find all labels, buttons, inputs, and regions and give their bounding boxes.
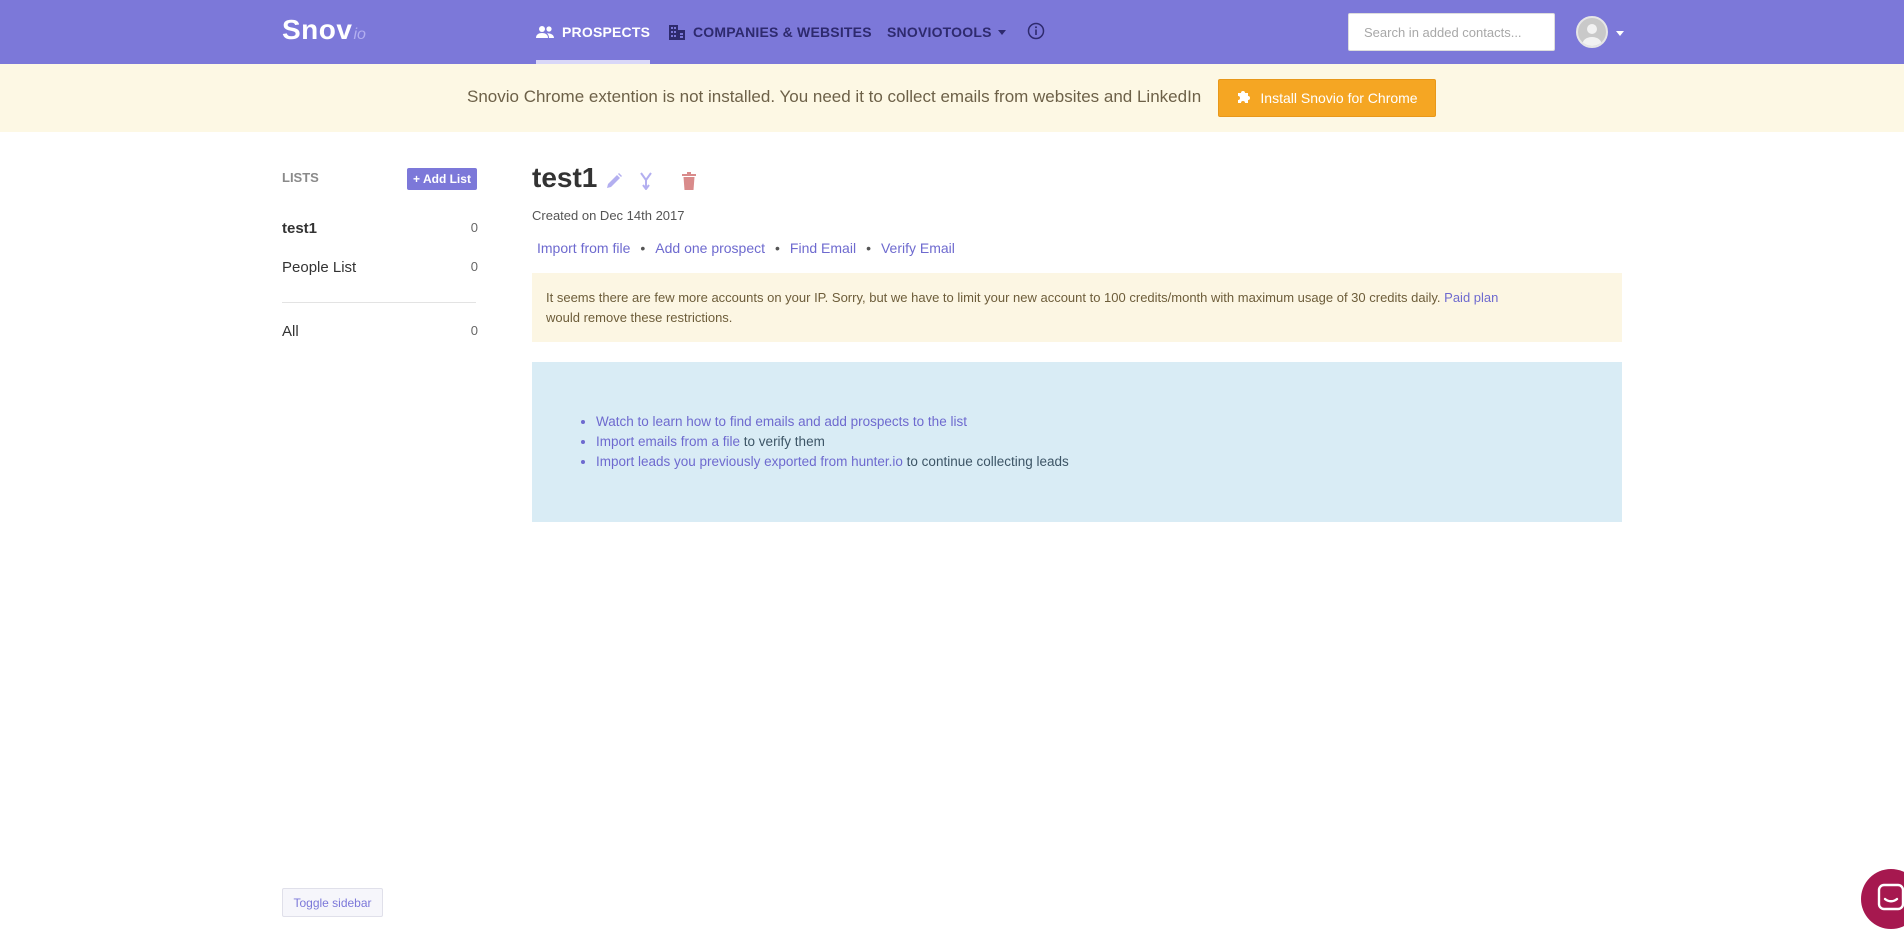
sidebar-list-people-list[interactable]: People List 0 — [282, 259, 478, 276]
install-chrome-extension-button[interactable]: Install Snovio for Chrome — [1218, 79, 1436, 117]
alert-text-after: would remove these restrictions. — [546, 310, 733, 325]
list-count: 0 — [470, 323, 478, 338]
chat-icon — [1877, 883, 1904, 916]
paid-plan-link[interactable]: Paid plan — [1444, 290, 1498, 305]
merge-icon[interactable] — [638, 172, 654, 195]
add-list-button[interactable]: + Add List — [407, 168, 477, 190]
logo-sub: io — [353, 26, 366, 43]
find-email-link[interactable]: Find Email — [790, 240, 856, 256]
lists-heading: LISTS — [282, 170, 319, 185]
extension-banner: Snovio Chrome extention is not installed… — [0, 64, 1904, 132]
created-date: Created on Dec 14th 2017 — [532, 208, 685, 223]
info-item: Import leads you previously exported fro… — [596, 452, 1582, 472]
avatar-chevron-down-icon[interactable] — [1616, 31, 1624, 36]
top-navbar: Snov io PROSPECTS COMPANIES & WEBSITES SN… — [0, 0, 1904, 64]
info-item: Import emails from a file to verify them — [596, 432, 1582, 452]
building-icon — [669, 24, 685, 40]
nav-info[interactable] — [1027, 0, 1045, 64]
add-one-prospect-link[interactable]: Add one prospect — [655, 240, 765, 256]
import-from-file-link[interactable]: Import from file — [537, 240, 630, 256]
list-count: 0 — [470, 259, 478, 274]
list-name: test1 — [282, 220, 318, 237]
list-name: People List — [282, 259, 357, 276]
list-title: test1 — [532, 162, 598, 193]
nav-prospects[interactable]: PROSPECTS — [536, 0, 651, 64]
list-name: All — [282, 323, 299, 340]
import-hunter-leads-link[interactable]: Import leads you previously exported fro… — [596, 454, 903, 469]
puzzle-icon — [1236, 89, 1252, 108]
sidebar-divider — [282, 302, 476, 303]
getting-started-info: Watch to learn how to find emails and ad… — [532, 362, 1622, 522]
chevron-down-icon — [997, 29, 1006, 35]
nav-snoviotools[interactable]: SNOVIOTOOLS — [887, 0, 1006, 64]
list-count: 0 — [470, 220, 478, 235]
separator: • — [640, 240, 646, 256]
info-circle-icon — [1027, 22, 1045, 43]
verify-email-link[interactable]: Verify Email — [881, 240, 955, 256]
logo[interactable]: Snov io — [282, 14, 366, 50]
list-actions: Import from file • Add one prospect • Fi… — [537, 240, 955, 256]
nav-companies[interactable]: COMPANIES & WEBSITES — [669, 0, 872, 64]
separator: • — [775, 240, 780, 256]
limit-warning-alert: It seems there are few more accounts on … — [532, 273, 1622, 342]
separator: • — [866, 240, 871, 256]
sidebar-list-all[interactable]: All 0 — [282, 323, 478, 340]
toggle-sidebar-button[interactable]: Toggle sidebar — [282, 888, 383, 917]
alert-text: It seems there are few more accounts on … — [546, 290, 1441, 305]
info-item: Watch to learn how to find emails and ad… — [596, 412, 1582, 432]
avatar[interactable] — [1576, 16, 1608, 48]
info-item-text: to continue collecting leads — [902, 454, 1069, 469]
sidebar-list-test1[interactable]: test1 0 — [282, 220, 478, 237]
info-item-text: to verify them — [740, 434, 825, 449]
logo-main: Snov — [282, 14, 353, 45]
nav-snoviotools-label: SNOVIOTOOLS — [887, 24, 992, 40]
watch-tutorial-link[interactable]: Watch to learn how to find emails and ad… — [596, 414, 967, 429]
search-contacts-input[interactable] — [1348, 13, 1555, 51]
nav-prospects-label: PROSPECTS — [562, 24, 651, 40]
banner-message: Snovio Chrome extention is not installed… — [467, 87, 1202, 106]
install-button-label: Install Snovio for Chrome — [1260, 90, 1418, 106]
nav-companies-label: COMPANIES & WEBSITES — [693, 24, 872, 40]
pencil-icon[interactable] — [605, 172, 623, 195]
people-icon — [536, 25, 554, 39]
import-emails-link[interactable]: Import emails from a file — [596, 434, 740, 449]
chat-launcher-button[interactable] — [1861, 869, 1904, 929]
info-list: Watch to learn how to find emails and ad… — [572, 412, 1582, 472]
trash-icon[interactable] — [681, 172, 697, 195]
